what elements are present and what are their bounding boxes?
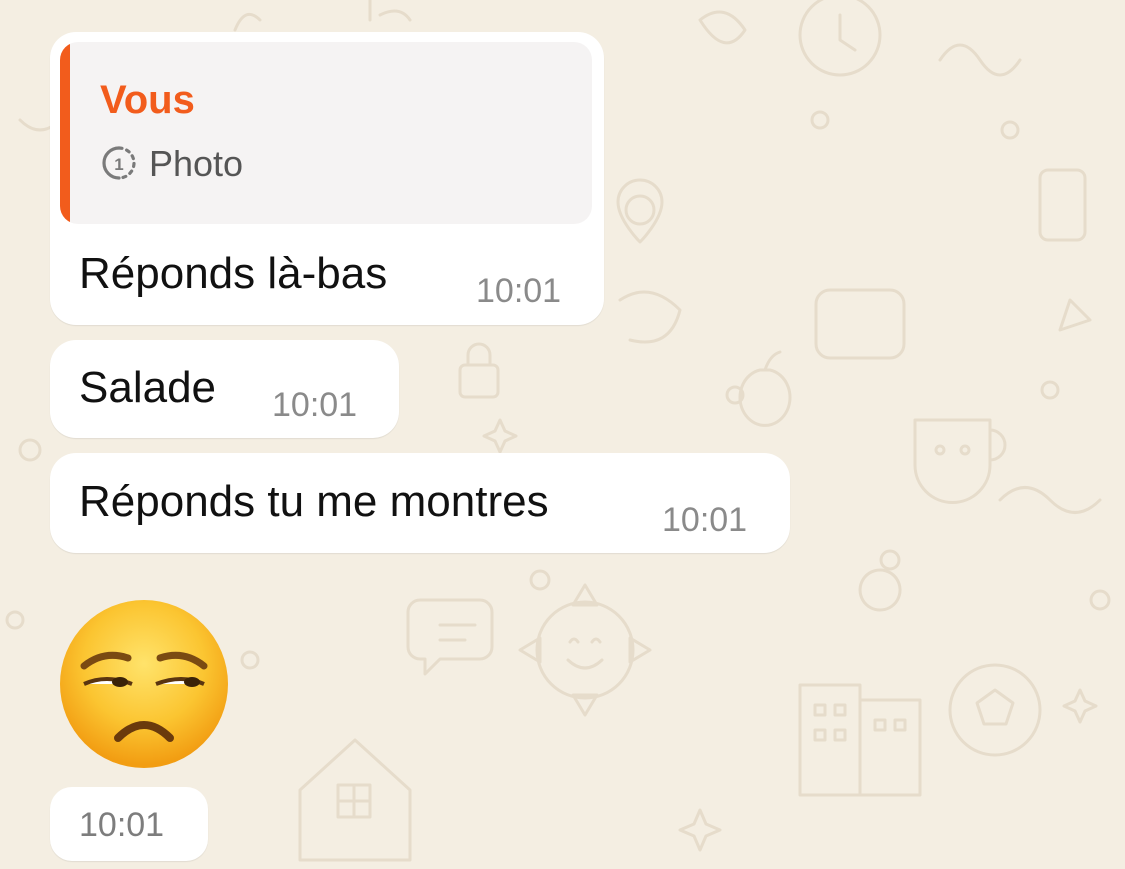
quote-author: Vous: [100, 78, 195, 122]
message-timestamp: 10:01: [662, 501, 748, 539]
message-text: Réponds tu me montres: [79, 477, 549, 526]
svg-text:1: 1: [114, 155, 123, 174]
message-timestamp: 10:01: [272, 386, 358, 424]
quote-body: Photo: [149, 143, 244, 184]
message-timestamp: 10:01: [476, 272, 562, 310]
view-once-icon: 1: [102, 146, 136, 180]
message-timestamp: 10:01: [79, 806, 165, 844]
message-text: Salade: [79, 363, 217, 412]
message-text: Réponds là-bas: [79, 249, 388, 298]
unamused-face-emoji[interactable]: [58, 598, 230, 770]
quote-accent-bar: [60, 42, 70, 224]
message-bubble[interactable]: Salade 10:01: [50, 340, 399, 438]
emoji-timestamp-pill: 10:01: [50, 787, 208, 861]
message-bubble[interactable]: Réponds tu me montres 10:01: [50, 453, 790, 553]
quoted-message[interactable]: Vous 1 Photo: [60, 42, 592, 224]
reply-message-bubble[interactable]: Vous 1 Photo Réponds là-bas 10:01: [50, 32, 604, 325]
